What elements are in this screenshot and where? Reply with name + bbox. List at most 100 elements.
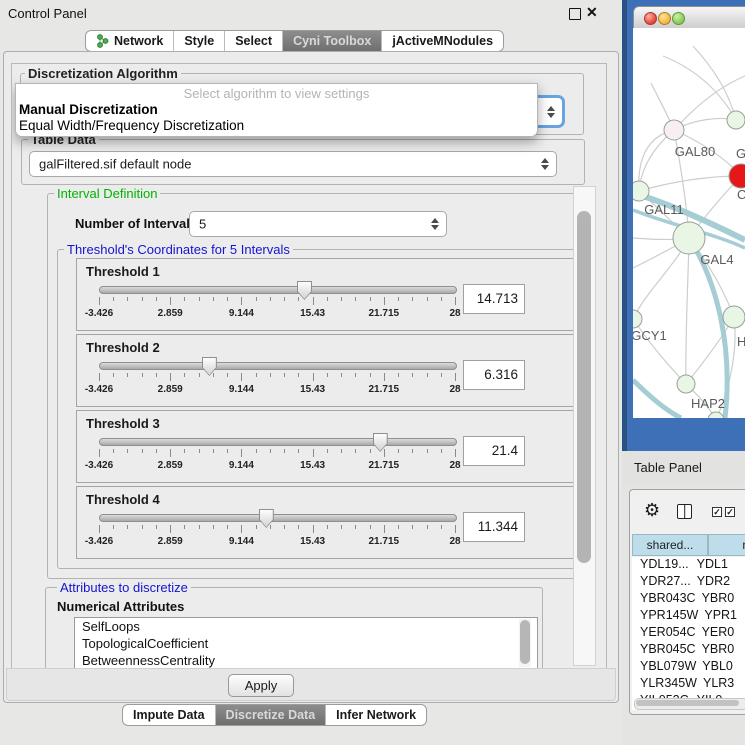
slider-track[interactable] [99, 362, 457, 370]
table-row[interactable]: YBR045CYBR0 [632, 642, 745, 659]
network-node[interactable] [708, 412, 724, 418]
network-edge[interactable] [663, 56, 736, 120]
panel-title: Control Panel [8, 6, 87, 21]
table-cell[interactable]: YBR045C [632, 642, 696, 659]
network-thick-edge[interactable] [633, 380, 681, 418]
attribute-item[interactable]: BetweennessCentrality [75, 652, 537, 669]
table-cell[interactable]: YPR145W [632, 608, 698, 625]
table-data-combobox[interactable]: galFiltered.sif default node [29, 151, 557, 177]
close-traffic-light-icon[interactable] [644, 12, 657, 25]
top-tab-bar: NetworkStyleSelectCyni ToolboxjActiveMNo… [85, 30, 504, 52]
close-icon[interactable]: ✕ [586, 4, 598, 21]
node-label: GAL80 [675, 144, 715, 159]
dropdown-option[interactable]: Manual Discretization [19, 102, 158, 117]
gear-icon[interactable]: ⚙ [644, 501, 660, 519]
attribute-item[interactable]: SelfLoops [75, 618, 537, 635]
checkbox-icon[interactable]: ✓ [712, 507, 722, 517]
threshold-value-field[interactable]: 11.344 [463, 512, 525, 542]
table-cell[interactable]: YPR1 [698, 608, 745, 625]
table-cell[interactable]: YBR0 [696, 591, 745, 608]
tab-impute-data[interactable]: Impute Data [123, 705, 215, 725]
scrollbar-thumb[interactable] [636, 700, 739, 706]
combo-stepper-icon[interactable] [541, 158, 549, 170]
network-graph[interactable]: GAL80GACGAL11GAL4GCY1HHAP2 [633, 28, 745, 418]
slider-scale: -3.4262.8599.14415.4321.71528 [99, 460, 455, 472]
network-edge[interactable] [686, 238, 689, 384]
table-cell[interactable]: YBR043C [632, 591, 696, 608]
table-row[interactable]: YPR145WYPR1 [632, 608, 745, 625]
table-cell[interactable]: YBL0 [696, 659, 745, 676]
tab-network[interactable]: Network [86, 31, 173, 51]
table-cell[interactable]: YDR2 [691, 574, 745, 591]
split-columns-icon[interactable] [677, 504, 692, 519]
table-cell[interactable]: YLR345W [632, 676, 697, 693]
table-cell[interactable]: YDR27... [632, 574, 691, 591]
tab-style[interactable]: Style [173, 31, 224, 51]
network-edge[interactable] [639, 130, 674, 191]
network-node[interactable] [633, 310, 642, 328]
table-horizontal-scrollbar[interactable] [634, 698, 745, 710]
numerical-attributes-list[interactable]: SelfLoopsTopologicalCoefficientBetweenne… [74, 617, 538, 669]
dropdown-option[interactable]: Equal Width/Frequency Discretization [19, 118, 244, 133]
slider-track[interactable] [99, 514, 457, 522]
attribute-item[interactable]: TopologicalCoefficient [75, 635, 537, 652]
algorithm-group-title: Discretization Algorithm [25, 66, 181, 81]
table-row[interactable]: YER054CYER0 [632, 625, 745, 642]
table-cell[interactable]: YER054C [632, 625, 696, 642]
column-header-2[interactable]: na [708, 534, 745, 556]
scrollbar-thumb[interactable] [520, 620, 530, 664]
number-of-intervals-label: Number of Intervals [75, 216, 197, 231]
float-window-icon[interactable] [569, 8, 581, 20]
network-window-titlebar[interactable] [633, 6, 745, 30]
slider-scale: -3.4262.8599.14415.4321.71528 [99, 384, 455, 396]
attributes-list-scrollbar[interactable] [519, 619, 531, 667]
slider-ticks [99, 373, 455, 382]
minimize-traffic-light-icon[interactable] [658, 12, 671, 25]
threshold-value-field[interactable]: 21.4 [463, 436, 525, 466]
table-row[interactable]: YDL19...YDL1 [632, 557, 745, 574]
table-row[interactable]: YBR043CYBR0 [632, 591, 745, 608]
table-cell[interactable]: YLR3 [697, 676, 745, 693]
network-node[interactable] [677, 375, 695, 393]
scrollbar-thumb[interactable] [577, 211, 591, 563]
threshold-value-field[interactable]: 14.713 [463, 284, 525, 314]
network-node[interactable] [633, 181, 649, 201]
network-node[interactable] [727, 111, 745, 129]
tab-select[interactable]: Select [224, 31, 282, 51]
table-cell[interactable]: YDL1 [691, 557, 745, 574]
network-node[interactable] [673, 222, 705, 254]
slider-track[interactable] [99, 438, 457, 446]
table-row[interactable]: YLR345WYLR3 [632, 676, 745, 693]
tab-jactivemnodules[interactable]: jActiveMNodules [381, 31, 503, 51]
table-cell[interactable]: YBR0 [696, 642, 745, 659]
settings-vertical-scrollbar[interactable] [573, 186, 596, 666]
tab-cyni-toolbox[interactable]: Cyni Toolbox [282, 31, 381, 51]
threshold-panel-4: Threshold 4-3.4262.8599.14415.4321.71528… [76, 486, 578, 559]
spinner-stepper-icon[interactable] [431, 218, 439, 230]
network-node[interactable] [729, 164, 745, 188]
apply-button[interactable]: Apply [228, 674, 294, 697]
table-cell[interactable]: YBL079W [632, 659, 696, 676]
slider-track[interactable] [99, 286, 457, 294]
node-table: ⚙ ✓ ✓ shared...na YDL19...YDL1YDR27...YD… [629, 489, 745, 715]
checkbox-icon[interactable]: ✓ [725, 507, 735, 517]
screen: Control Panel ✕ NetworkStyleSelectCyni T… [0, 0, 745, 745]
node-label: C [737, 187, 745, 202]
dropdown-hint: Select algorithm to view settings [16, 86, 537, 101]
threshold-value-field[interactable]: 6.316 [463, 360, 525, 390]
network-canvas[interactable]: GAL80GACGAL11GAL4GCY1HHAP2 [633, 28, 745, 418]
zoom-traffic-light-icon[interactable] [672, 12, 685, 25]
network-node[interactable] [664, 120, 684, 140]
column-header-1[interactable]: shared... [632, 534, 708, 556]
combo-stepper-icon [547, 106, 555, 118]
table-row[interactable]: YBL079WYBL0 [632, 659, 745, 676]
table-cell[interactable]: YDL19... [632, 557, 691, 574]
table-cell[interactable]: YER0 [696, 625, 745, 642]
number-of-intervals-spinner[interactable]: 5 [189, 211, 447, 237]
network-node[interactable] [723, 306, 745, 328]
network-icon [96, 34, 109, 48]
table-row[interactable]: YDR27...YDR2 [632, 574, 745, 591]
tab-discretize-data[interactable]: Discretize Data [215, 705, 326, 725]
tab-infer-network[interactable]: Infer Network [325, 705, 426, 725]
network-edge[interactable] [639, 176, 741, 191]
